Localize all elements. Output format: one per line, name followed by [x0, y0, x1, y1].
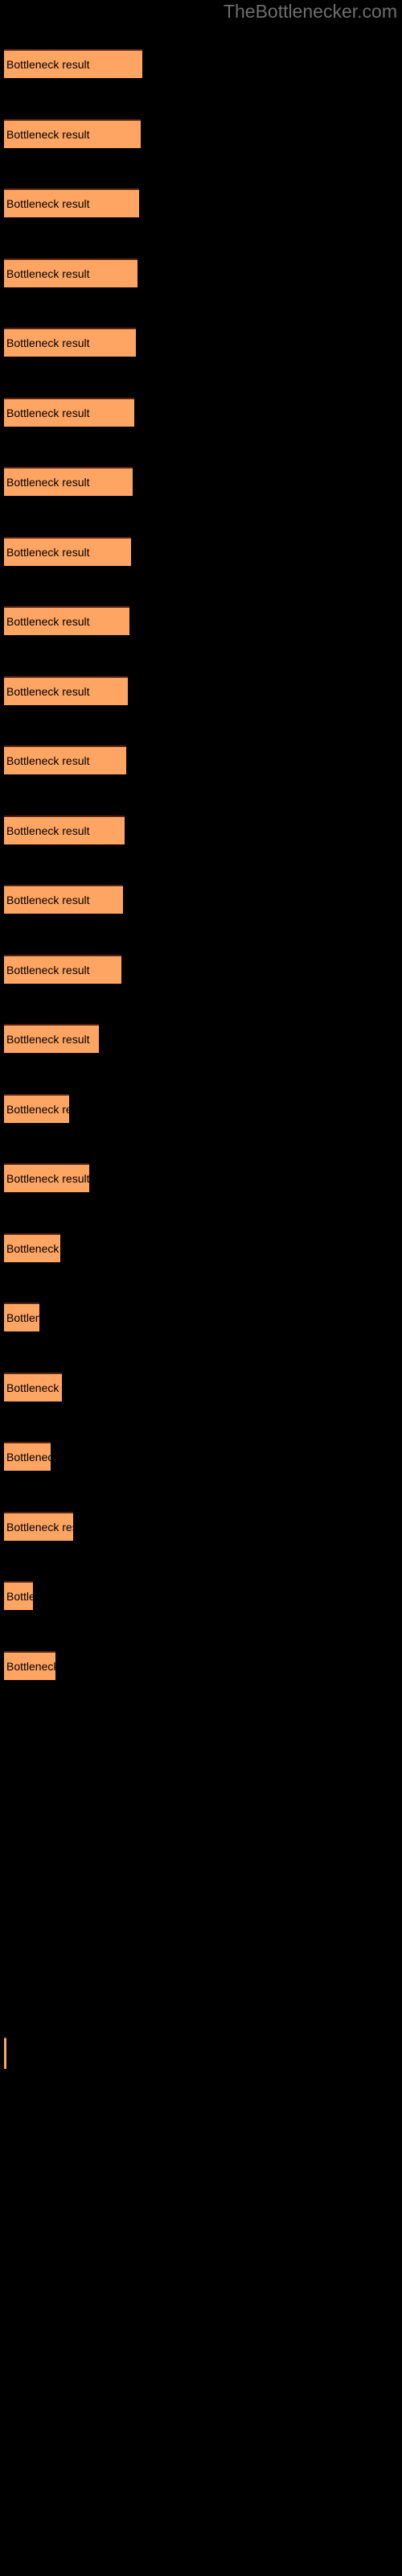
- bar-label: Bottleneck result: [6, 1590, 33, 1603]
- bar[interactable]: Bottleneck result: [4, 258, 137, 287]
- bar-label: Bottleneck result: [6, 546, 90, 559]
- bar-row: Bottleneck result: [4, 1163, 89, 1192]
- bar-label: Bottleneck result: [6, 128, 90, 141]
- bar-label: Bottleneck result: [6, 615, 90, 628]
- bar-series-layer: Bottleneck result Bottleneck result Bottle…: [0, 0, 402, 2576]
- bar-row: Bottleneck result: [4, 1581, 33, 1610]
- bar[interactable]: Bottleneck result: [4, 119, 141, 148]
- bar-row: Bottleneck result: [4, 606, 129, 635]
- bar-row: Bottleneck result: [4, 1442, 51, 1471]
- bar[interactable]: Bottleneck result: [4, 1163, 89, 1192]
- bar[interactable]: Bottleneck result: [4, 1094, 69, 1123]
- bar-row: Bottleneck result: [4, 188, 139, 217]
- bar[interactable]: Bottleneck result: [4, 188, 139, 217]
- bar-row: Bottleneck result: [4, 1233, 60, 1262]
- bar[interactable]: Bottleneck result: [4, 398, 134, 427]
- bar[interactable]: Bottleneck result: [4, 885, 123, 914]
- bar-row: Bottleneck result: [4, 467, 133, 496]
- bar[interactable]: Bottleneck result: [4, 1651, 55, 1680]
- bottleneck-chart: TheBottlenecker.com Bottleneck result Bot…: [0, 0, 402, 2576]
- bar-row: Bottleneck result: [4, 1302, 39, 1331]
- bar-label: Bottleneck result: [6, 1521, 73, 1534]
- bar-row: Bottleneck result: [4, 815, 125, 844]
- bar-row: [4, 2037, 6, 2069]
- bar-label: Bottleneck result: [6, 754, 90, 767]
- bar[interactable]: Bottleneck result: [4, 1373, 62, 1402]
- bar-row: Bottleneck result: [4, 1651, 55, 1680]
- bar[interactable]: Bottleneck result: [4, 1302, 39, 1331]
- bar[interactable]: Bottleneck result: [4, 676, 128, 705]
- bar-row: Bottleneck result: [4, 328, 136, 357]
- bar[interactable]: Bottleneck result: [4, 328, 136, 357]
- bar-row: Bottleneck result: [4, 49, 142, 78]
- bar-label: Bottleneck result: [6, 267, 90, 280]
- bar-row: Bottleneck result: [4, 258, 137, 287]
- bar-row: Bottleneck result: [4, 1373, 62, 1402]
- bar-row: Bottleneck result: [4, 1512, 73, 1541]
- bar-label: Bottleneck result: [6, 1033, 90, 1046]
- bar[interactable]: Bottleneck result: [4, 955, 121, 984]
- bar-label: Bottleneck result: [6, 1103, 69, 1116]
- bar-label: Bottleneck result: [6, 1311, 39, 1324]
- bar-label: Bottleneck result: [6, 964, 90, 976]
- bar-label: Bottleneck result: [6, 476, 90, 489]
- bar-label: Bottleneck result: [6, 685, 90, 698]
- bar-label: Bottleneck result: [6, 407, 90, 419]
- bar-row: Bottleneck result: [4, 885, 123, 914]
- bar-label: Bottleneck result: [6, 197, 90, 210]
- bar-row: Bottleneck result: [4, 676, 128, 705]
- bar-label: Bottleneck result: [6, 824, 90, 837]
- bar-label: Bottleneck result: [6, 1660, 55, 1673]
- bar-row: Bottleneck result: [4, 1024, 99, 1053]
- bar-row: Bottleneck result: [4, 1094, 69, 1123]
- bar[interactable]: Bottleneck result: [4, 1024, 99, 1053]
- bar[interactable]: Bottleneck result: [4, 1581, 33, 1610]
- bar-row: Bottleneck result: [4, 398, 134, 427]
- bar[interactable]: Bottleneck result: [4, 49, 142, 78]
- bar[interactable]: Bottleneck result: [4, 1233, 60, 1262]
- bar-row: Bottleneck result: [4, 745, 126, 774]
- bar[interactable]: Bottleneck result: [4, 467, 133, 496]
- bar-row: Bottleneck result: [4, 119, 141, 148]
- bar[interactable]: Bottleneck result: [4, 745, 126, 774]
- bar-label: Bottleneck result: [6, 1451, 51, 1463]
- bar-label: Bottleneck result: [6, 894, 90, 906]
- bar-label: Bottleneck result: [6, 336, 90, 349]
- bar-label: Bottleneck result: [6, 1242, 60, 1255]
- bar[interactable]: Bottleneck result: [4, 537, 131, 566]
- bar[interactable]: Bottleneck result: [4, 606, 129, 635]
- bar-label: Bottleneck result: [6, 58, 90, 71]
- bar-row: Bottleneck result: [4, 537, 131, 566]
- bar[interactable]: [4, 2037, 6, 2069]
- bar-label: Bottleneck result: [6, 1381, 62, 1394]
- bar[interactable]: Bottleneck result: [4, 1442, 51, 1471]
- bar-label: Bottleneck result: [6, 1172, 89, 1185]
- bar-row: Bottleneck result: [4, 955, 121, 984]
- bar[interactable]: Bottleneck result: [4, 815, 125, 844]
- bar[interactable]: Bottleneck result: [4, 1512, 73, 1541]
